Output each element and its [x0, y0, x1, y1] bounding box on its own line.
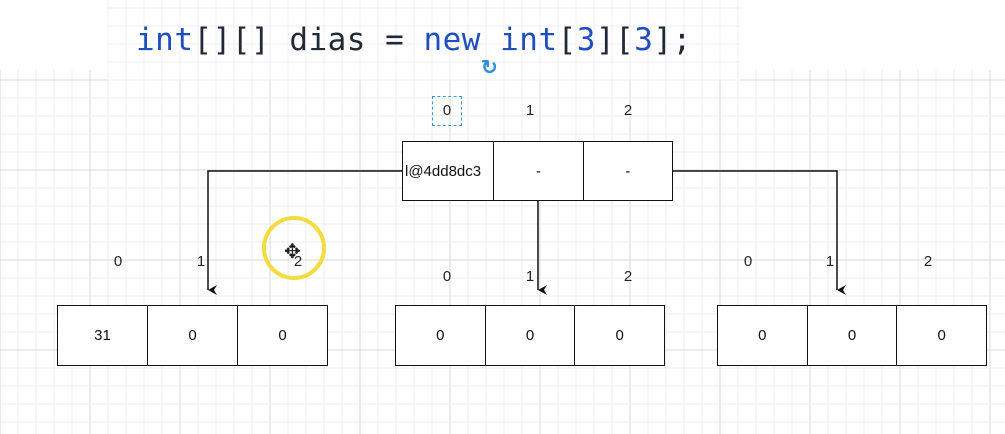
- code-declaration: int[][] dias = new int[3][3];: [136, 22, 692, 58]
- outer-cell-0[interactable]: l@4dd8dc3: [403, 142, 495, 200]
- code-size-rows: 3: [576, 22, 596, 58]
- grid-background: [0, 0, 1005, 434]
- inner-array-1[interactable]: 0 0 0: [395, 305, 665, 366]
- inner-array-2[interactable]: 0 0 0: [717, 305, 987, 366]
- code-brackets: [][]: [193, 22, 271, 58]
- code-keyword-new: new: [423, 22, 481, 58]
- outer-array[interactable]: l@4dd8dc3 - -: [402, 141, 673, 201]
- outer-index-0: 0: [442, 102, 452, 119]
- inner1-cell-2[interactable]: 0: [575, 306, 664, 365]
- outer-cell-1[interactable]: -: [494, 142, 584, 200]
- outer-cell-2[interactable]: -: [584, 142, 672, 200]
- inner2-index-0: 0: [743, 253, 753, 270]
- code-variable: dias =: [270, 22, 424, 58]
- inner1-cell-0[interactable]: 0: [396, 306, 486, 365]
- inner2-cell-1[interactable]: 0: [808, 306, 898, 365]
- code-type-int: int: [136, 22, 194, 58]
- inner2-cell-0[interactable]: 0: [718, 306, 808, 365]
- code-bracket-mid: ][: [595, 22, 635, 58]
- inner-array-0[interactable]: 31 0 0: [57, 305, 328, 366]
- inner0-index-0: 0: [113, 253, 123, 270]
- inner1-index-0: 0: [442, 268, 452, 285]
- outer-index-1: 1: [525, 102, 535, 119]
- inner1-index-2: 2: [623, 268, 633, 285]
- inner2-cell-2[interactable]: 0: [897, 306, 986, 365]
- move-cursor-icon: ✥: [284, 241, 301, 263]
- outer-index-2: 2: [623, 102, 633, 119]
- refresh-icon[interactable]: ↻: [481, 55, 498, 80]
- code-type-int-2: int: [480, 22, 558, 58]
- code-size-cols: 3: [634, 22, 654, 58]
- inner0-cell-0[interactable]: 31: [58, 306, 148, 365]
- inner0-cell-2[interactable]: 0: [238, 306, 327, 365]
- code-bracket-end: ];: [653, 22, 692, 58]
- inner0-cell-1[interactable]: 0: [148, 306, 238, 365]
- inner2-index-1: 1: [825, 253, 835, 270]
- inner1-cell-1[interactable]: 0: [486, 306, 576, 365]
- code-bracket-open: [: [557, 22, 577, 58]
- inner1-index-1: 1: [525, 268, 535, 285]
- inner2-index-2: 2: [923, 253, 933, 270]
- inner0-index-1: 1: [196, 253, 206, 270]
